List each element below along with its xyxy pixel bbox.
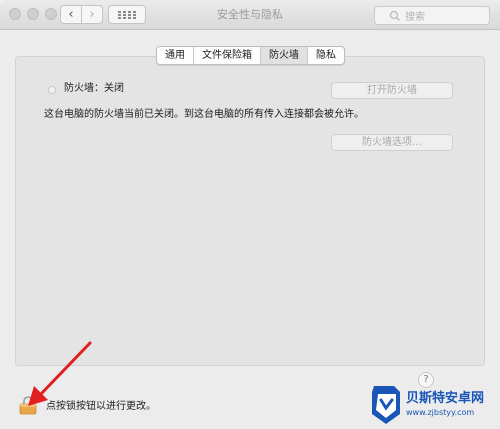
chevron-left-icon: ‹	[68, 7, 74, 22]
minimize-window-button[interactable]	[27, 8, 39, 20]
watermark-url: www.zjbstyy.com	[406, 408, 475, 417]
show-all-button[interactable]	[108, 5, 146, 24]
tab-privacy[interactable]: 隐私	[308, 47, 344, 64]
grid-icon	[118, 10, 136, 19]
chevron-right-icon: ›	[89, 7, 95, 22]
firewall-panel	[15, 56, 485, 366]
title-bar: ‹ › 安全性与隐私 搜索	[0, 0, 500, 30]
annotation-arrow-icon	[28, 341, 92, 406]
tab-general[interactable]: 通用	[157, 47, 194, 64]
tab-firewall[interactable]: 防火墙	[261, 47, 308, 64]
firewall-status-label: 防火墙：关闭	[64, 83, 124, 94]
back-button[interactable]: ‹	[60, 5, 82, 24]
firewall-description: 这台电脑的防火墙当前已关闭。到这台电脑的所有传入连接都会被允许。	[44, 109, 364, 120]
tab-filevault[interactable]: 文件保险箱	[194, 47, 261, 64]
forward-button[interactable]: ›	[81, 5, 103, 24]
window-title: 安全性与隐私	[217, 8, 283, 21]
firewall-status-indicator	[48, 86, 56, 94]
search-placeholder: 搜索	[405, 12, 425, 23]
search-field[interactable]: 搜索	[374, 6, 490, 25]
firewall-options-button[interactable]: 防火墙选项…	[331, 134, 453, 151]
search-icon	[389, 10, 400, 21]
preferences-window: ‹ › 安全性与隐私 搜索 通用 文件保险箱 防火墙 隐私 防火墙：关闭 打开防…	[0, 0, 500, 429]
turn-on-firewall-button[interactable]: 打开防火墙	[331, 82, 453, 99]
watermark-title: 贝斯特安卓网	[406, 391, 485, 406]
close-window-button[interactable]	[9, 8, 21, 20]
zoom-window-button[interactable]	[45, 8, 57, 20]
tab-bar: 通用 文件保险箱 防火墙 隐私	[156, 46, 345, 65]
